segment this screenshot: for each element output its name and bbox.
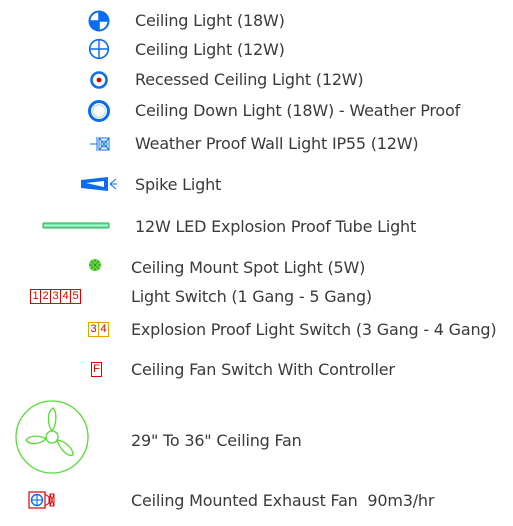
fan-switch-box: F bbox=[91, 362, 102, 377]
legend-label-recessed-ceiling-light: Recessed Ceiling Light (12W) bbox=[135, 70, 364, 89]
legend-label-tube-light: 12W LED Explosion Proof Tube Light bbox=[135, 217, 417, 236]
ceiling-fan-icon bbox=[15, 400, 89, 474]
legend-label-spike-light: Spike Light bbox=[135, 175, 222, 194]
legend-label-wall-light: Weather Proof Wall Light IP55 (12W) bbox=[135, 134, 419, 153]
ceiling-down-light-icon bbox=[88, 100, 110, 122]
legend-label-spot-light: Ceiling Mount Spot Light (5W) bbox=[131, 258, 366, 277]
recessed-ceiling-light-icon bbox=[90, 71, 108, 89]
legend-label-ceiling-down-light: Ceiling Down Light (18W) - Weather Proof bbox=[135, 101, 461, 120]
ceiling-light-12w-icon bbox=[88, 38, 110, 60]
ceiling-light-18w-icon bbox=[88, 10, 110, 32]
legend-label-light-switch: Light Switch (1 Gang - 5 Gang) bbox=[131, 287, 372, 306]
spike-light-icon bbox=[81, 177, 117, 191]
explosion-proof-switch-icon: 3 4 bbox=[88, 322, 109, 337]
tube-light-icon bbox=[42, 222, 110, 229]
legend-label-ceiling-light-12w: Ceiling Light (12W) bbox=[135, 40, 285, 59]
legend-label-fan-switch: Ceiling Fan Switch With Controller bbox=[131, 360, 395, 379]
ep-switch-gang-4: 4 bbox=[98, 322, 109, 337]
light-switch-icon: 1 2 3 4 5 bbox=[30, 289, 81, 304]
legend-label-explosion-proof-switch: Explosion Proof Light Switch (3 Gang - 4… bbox=[131, 320, 497, 339]
spot-light-icon bbox=[89, 259, 101, 271]
wall-light-icon bbox=[90, 137, 110, 151]
fan-switch-icon: F bbox=[91, 362, 102, 377]
legend-label-exhaust-fan: Ceiling Mounted Exhaust Fan 90m3/hr bbox=[131, 491, 435, 510]
exhaust-fan-icon bbox=[28, 491, 55, 509]
legend-label-ceiling-fan: 29" To 36" Ceiling Fan bbox=[131, 431, 302, 450]
switch-gang-5: 5 bbox=[70, 289, 81, 304]
legend-label-ceiling-light-18w: Ceiling Light (18W) bbox=[135, 11, 285, 30]
